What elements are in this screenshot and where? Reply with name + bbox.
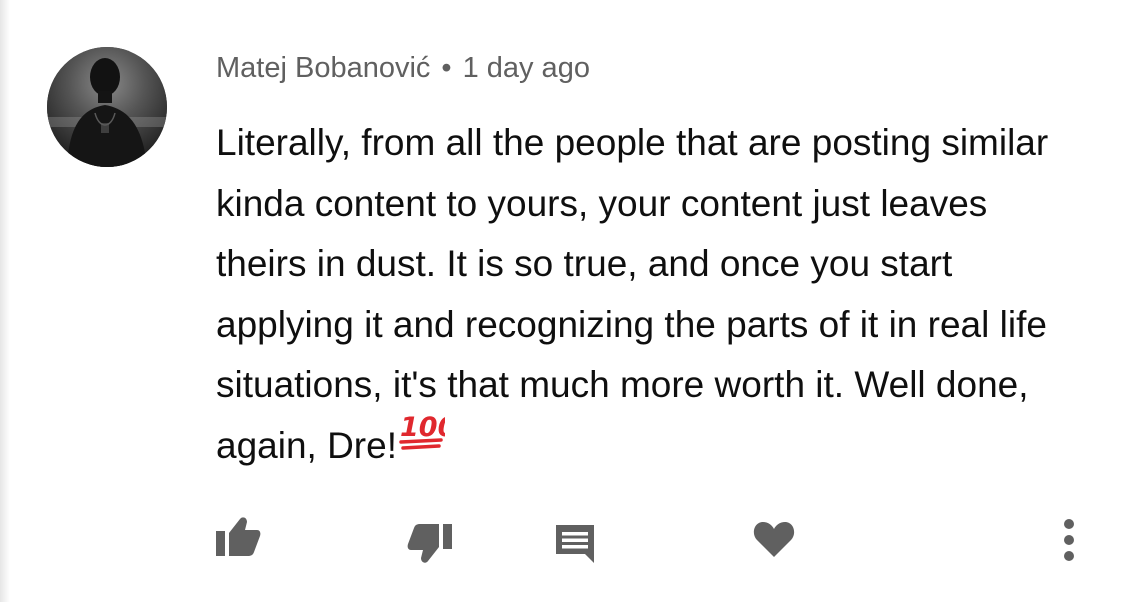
avatar-silhouette: [47, 47, 167, 167]
like-button[interactable]: [212, 513, 264, 559]
thumbs-down-icon: [407, 524, 452, 563]
author-name[interactable]: Matej Bobanović: [216, 52, 430, 84]
comment-body: Literally, from all the people that are …: [216, 113, 1086, 478]
comment-timestamp: 1 day ago: [462, 52, 590, 84]
comment-screen: Matej Bobanović • 1 day ago Literally, fro…: [0, 0, 1124, 602]
creator-heart-button[interactable]: [751, 518, 797, 560]
thumbs-up-icon: [216, 517, 261, 556]
reply-button[interactable]: [552, 522, 598, 564]
dislike-button[interactable]: [404, 520, 456, 568]
reply-comment-icon: [556, 525, 594, 563]
more-options-button[interactable]: [1054, 516, 1084, 564]
avatar[interactable]: [47, 47, 167, 167]
meta-separator: •: [441, 52, 452, 84]
100-emoji-icon: 100: [399, 411, 456, 472]
svg-text:100: 100: [400, 412, 445, 443]
more-vertical-icon: [1064, 519, 1074, 561]
comment-text: Literally, from all the people that are …: [216, 122, 1049, 466]
screen-edge-shadow: [0, 0, 10, 602]
comment-meta: Matej Bobanović • 1 day ago: [216, 52, 590, 85]
heart-icon: [753, 522, 795, 557]
